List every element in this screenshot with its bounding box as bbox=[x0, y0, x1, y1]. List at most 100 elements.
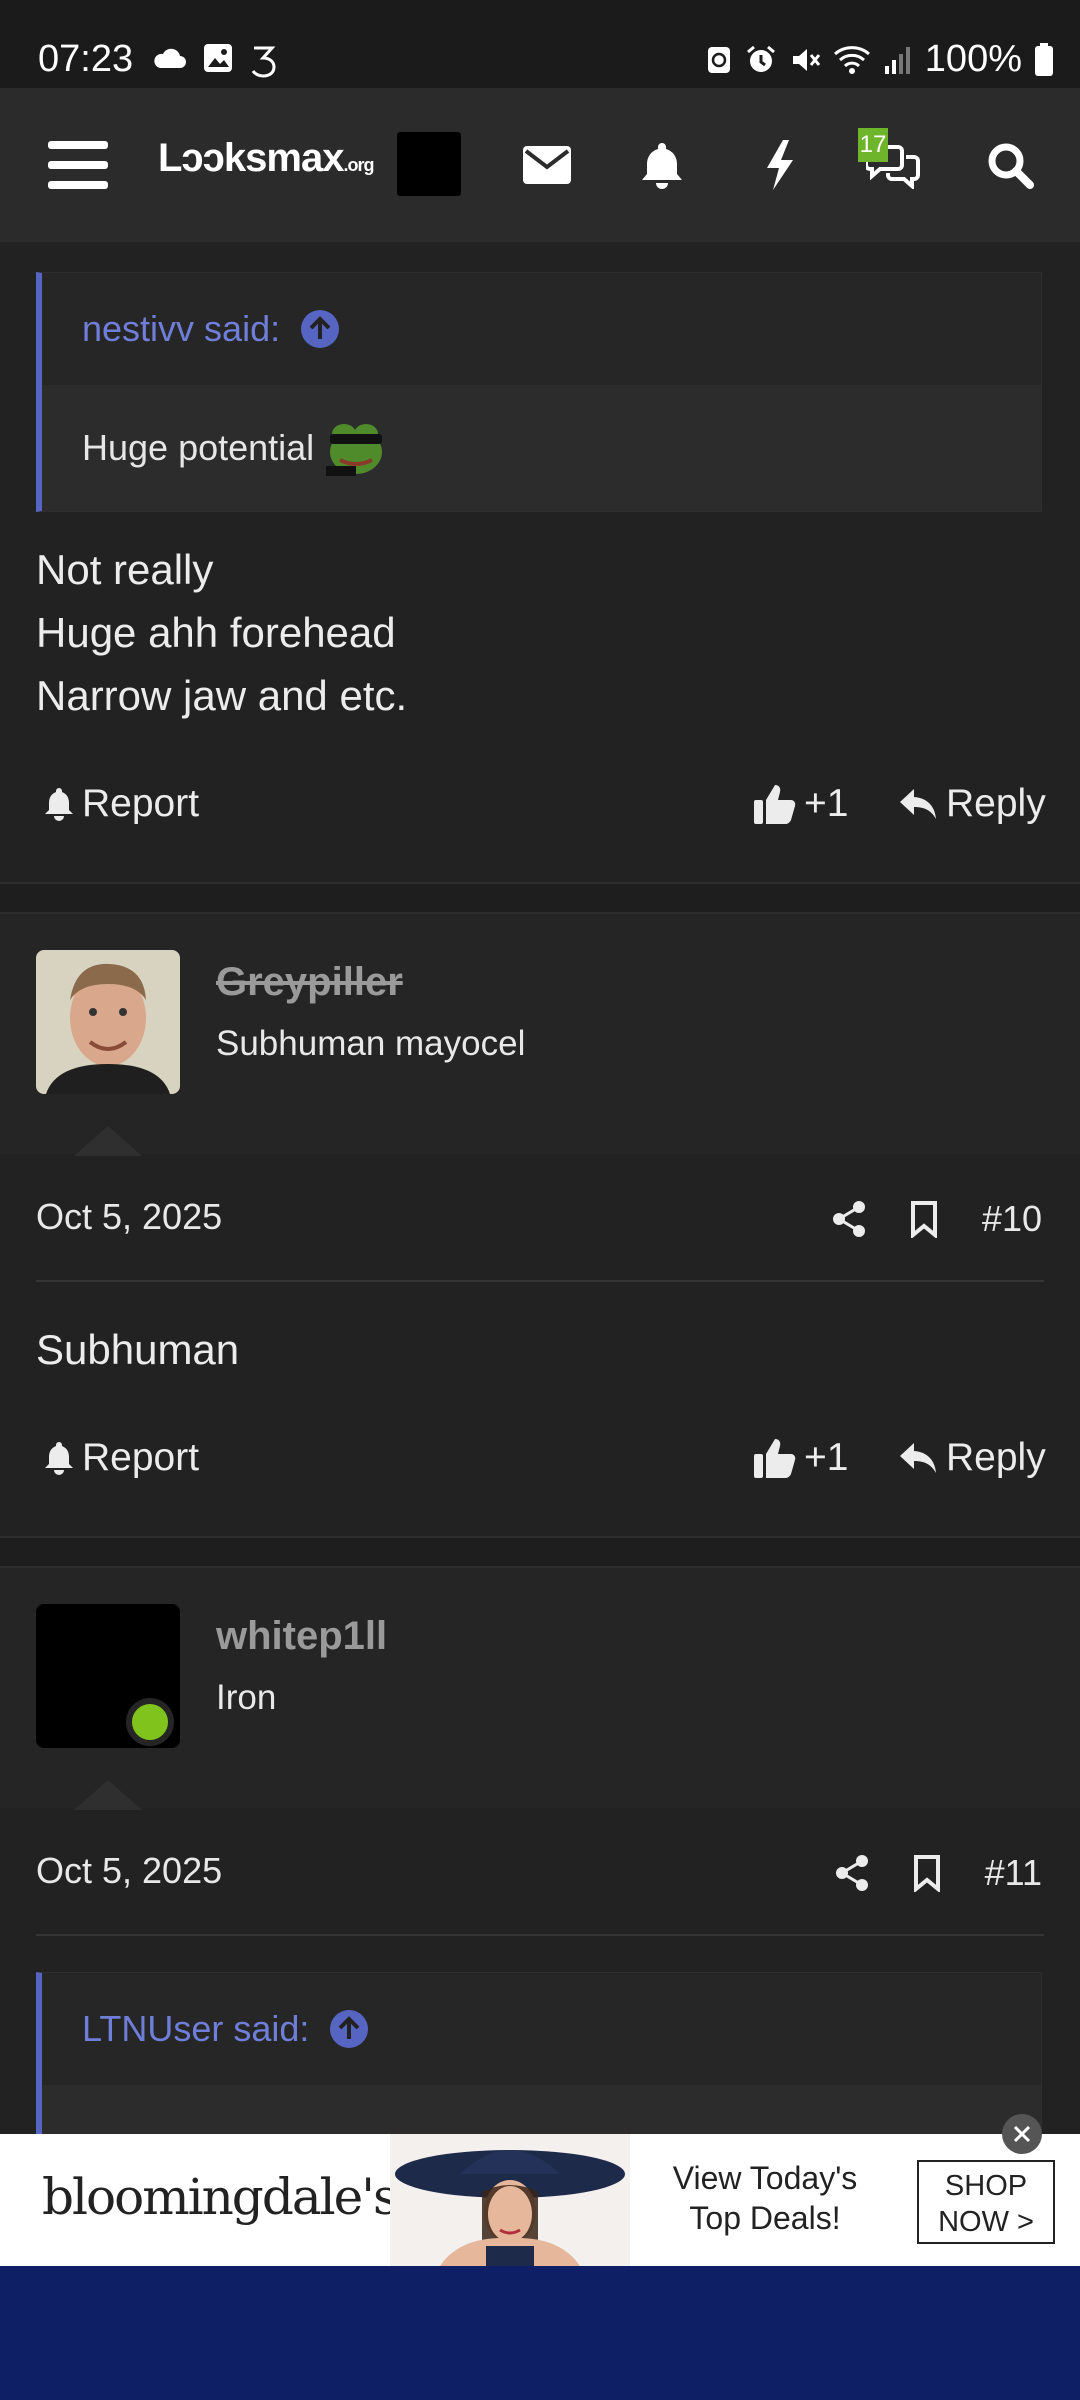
share-icon[interactable] bbox=[832, 1201, 866, 1237]
battery-icon bbox=[1034, 42, 1054, 77]
bell-icon bbox=[640, 141, 684, 189]
reply-icon bbox=[898, 787, 938, 821]
mute-icon bbox=[789, 44, 821, 76]
post-number[interactable]: #10 bbox=[982, 1198, 1042, 1240]
bookmark-icon[interactable] bbox=[913, 1854, 941, 1892]
post-line: Not really bbox=[36, 546, 214, 593]
quote-text: Huge potential bbox=[82, 427, 315, 468]
like-button[interactable]: +1 bbox=[754, 764, 848, 844]
status-left-icons bbox=[152, 42, 278, 78]
post-separator bbox=[0, 882, 1080, 914]
post10-user: Greypiller Subhuman mayocel bbox=[0, 914, 1080, 1154]
post11-quote: LTNUser said: bbox=[36, 1972, 1042, 2143]
alarm-icon bbox=[745, 44, 777, 76]
ad-close-button[interactable] bbox=[1002, 2114, 1042, 2154]
logo-text: Lɔɔksmax bbox=[158, 136, 344, 180]
user-avatar-greypiller[interactable] bbox=[36, 950, 180, 1094]
reply-button[interactable]: Reply bbox=[898, 1418, 1046, 1498]
reply-button[interactable]: Reply bbox=[898, 764, 1046, 844]
bell-icon bbox=[44, 1441, 74, 1475]
quote-header[interactable]: LTNUser said: bbox=[42, 1973, 1041, 2085]
report-label: Report bbox=[82, 1436, 200, 1479]
thumbs-up-icon bbox=[754, 1438, 796, 1478]
post-meta-actions: #11 bbox=[835, 1810, 1042, 1936]
status-right: 100% bbox=[705, 38, 1054, 81]
like-count: +1 bbox=[804, 1436, 849, 1479]
post-meta-actions: #10 bbox=[832, 1156, 1042, 1282]
post10-meta: Oct 5, 2025 #10 bbox=[0, 1156, 1080, 1282]
image-icon bbox=[202, 42, 234, 78]
post-number[interactable]: #11 bbox=[985, 1852, 1042, 1894]
ad-headline[interactable]: View Today's Top Deals! bbox=[660, 2158, 870, 2238]
mail-icon bbox=[523, 146, 571, 184]
account-avatar[interactable] bbox=[397, 132, 461, 196]
post-line: Huge ahh forehead bbox=[36, 609, 396, 656]
like-count: +1 bbox=[804, 782, 849, 825]
whats-new-button[interactable] bbox=[748, 88, 812, 242]
status-bar: 07:23 100% bbox=[0, 0, 1080, 88]
bolt-icon bbox=[763, 140, 797, 190]
user-arrow bbox=[74, 1780, 142, 1810]
conversations-button[interactable] bbox=[862, 88, 926, 242]
report-button[interactable]: Report bbox=[44, 1418, 199, 1498]
close-icon bbox=[1012, 2124, 1032, 2144]
username[interactable]: whitep1ll bbox=[216, 1614, 387, 1659]
inbox-button[interactable] bbox=[515, 88, 579, 242]
ad-brand[interactable]: bloomingdale's bbox=[42, 2168, 399, 2226]
ad-button-line: SHOP bbox=[944, 2170, 1028, 2202]
post-line: Subhuman bbox=[36, 1326, 240, 1373]
reply-label: Reply bbox=[946, 1436, 1046, 1479]
ad-footer-bar bbox=[0, 2266, 1080, 2400]
post9-text: Not really Huge ahh forehead Narrow jaw … bbox=[36, 538, 407, 727]
jump-to-quote-icon[interactable] bbox=[329, 2009, 369, 2049]
search-button[interactable] bbox=[978, 88, 1042, 242]
post9-quote: nestivv said: Huge potential bbox=[36, 272, 1042, 512]
post11-meta: Oct 5, 2025 #11 bbox=[0, 1810, 1080, 1936]
reply-label: Reply bbox=[946, 782, 1046, 825]
post-line: Narrow jaw and etc. bbox=[36, 672, 408, 719]
user-title: Subhuman mayocel bbox=[216, 1024, 526, 1063]
user-arrow bbox=[74, 1126, 142, 1156]
post10-actions: Report +1 Reply bbox=[0, 1418, 1080, 1498]
site-logo[interactable]: Lɔɔksmax.org bbox=[158, 136, 374, 181]
quote-author[interactable]: nestivv said: bbox=[82, 308, 280, 350]
nfc-icon bbox=[705, 44, 733, 76]
cloud-icon bbox=[152, 42, 188, 78]
share-icon[interactable] bbox=[835, 1855, 869, 1891]
online-status-indicator bbox=[126, 1698, 174, 1746]
bell-icon bbox=[44, 787, 74, 821]
like-button[interactable]: +1 bbox=[754, 1418, 848, 1498]
ad-button-line: NOW > bbox=[938, 2206, 1034, 2238]
ad-headline-line: View Today's bbox=[672, 2160, 858, 2196]
alerts-button[interactable] bbox=[630, 88, 694, 242]
jump-to-quote-icon[interactable] bbox=[300, 309, 340, 349]
reply-icon bbox=[898, 1441, 938, 1475]
post-separator bbox=[0, 1536, 1080, 1568]
wifi-icon bbox=[833, 44, 871, 76]
quote-body: Huge potential bbox=[42, 385, 1041, 511]
post-date[interactable]: Oct 5, 2025 bbox=[36, 1196, 222, 1238]
meta-divider bbox=[36, 1280, 1044, 1282]
ad-model-image[interactable] bbox=[390, 2134, 630, 2266]
ad-banner[interactable]: bloomingdale's View Today's Top Deals! S… bbox=[0, 2134, 1080, 2266]
carrier-icon bbox=[248, 42, 278, 78]
menu-button[interactable] bbox=[36, 88, 120, 242]
ad-headline-line: Top Deals! bbox=[689, 2200, 841, 2236]
menu-icon bbox=[48, 139, 108, 191]
username[interactable]: Greypiller bbox=[216, 960, 403, 1005]
logo-suffix: .org bbox=[343, 155, 374, 175]
quote-header[interactable]: nestivv said: bbox=[42, 273, 1041, 385]
status-time: 07:23 bbox=[38, 38, 134, 80]
report-button[interactable]: Report bbox=[44, 764, 199, 844]
post10-text: Subhuman bbox=[36, 1318, 239, 1381]
thumbs-up-icon bbox=[754, 784, 796, 824]
quote-author[interactable]: LTNUser said: bbox=[82, 2008, 309, 2050]
pepe-sunglasses-icon bbox=[326, 420, 386, 476]
post-date[interactable]: Oct 5, 2025 bbox=[36, 1850, 222, 1892]
post11-user: whitep1ll Iron bbox=[0, 1568, 1080, 1808]
bookmark-icon[interactable] bbox=[910, 1200, 938, 1238]
ad-shop-now-button[interactable]: SHOP NOW > bbox=[917, 2160, 1055, 2244]
signal-icon bbox=[883, 44, 913, 76]
user-title: Iron bbox=[216, 1678, 277, 1717]
post9-actions: Report +1 Reply bbox=[0, 764, 1080, 844]
